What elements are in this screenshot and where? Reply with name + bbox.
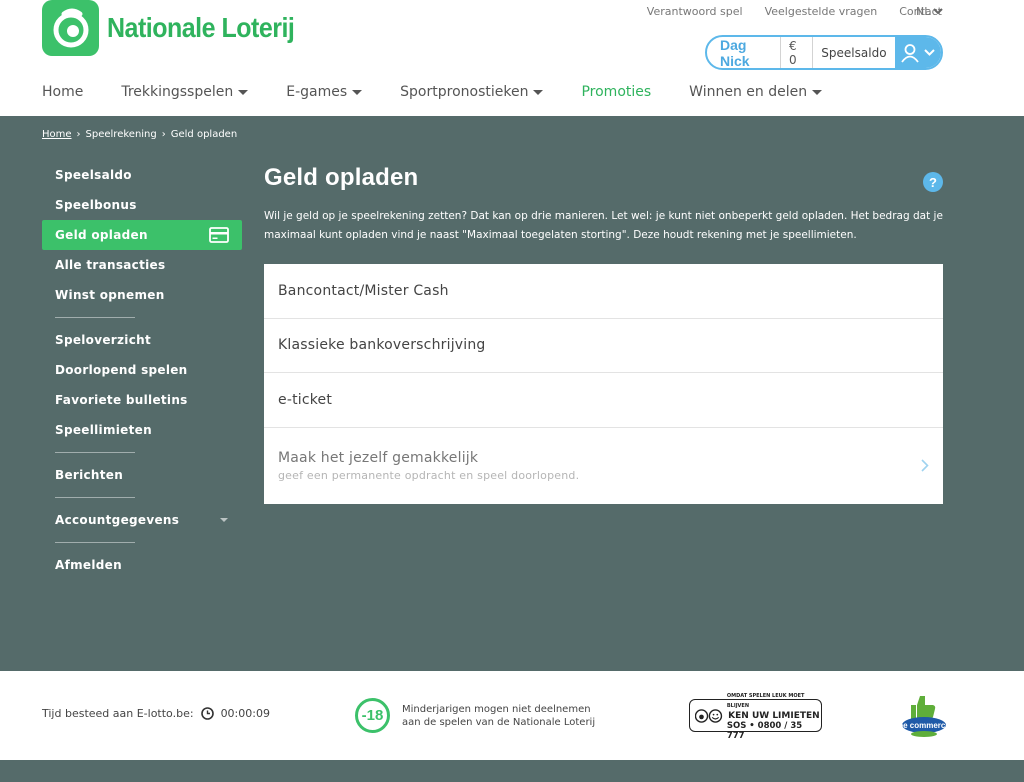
balance-value: € 0: [781, 37, 814, 68]
age-line: aan de spelen van de Nationale Loterij: [402, 716, 596, 728]
balance-label[interactable]: Speelsaldo: [813, 37, 894, 68]
timer-value: 00:00:09: [220, 707, 270, 720]
sidebar-item-doorlopend-spelen[interactable]: Doorlopend spelen: [42, 355, 242, 385]
sidebar-item-speelbonus[interactable]: Speelbonus: [42, 190, 242, 220]
footer: Tijd besteed aan E-lotto.be: 00:00:09 -1…: [0, 671, 1024, 760]
logo-icon: [42, 0, 99, 56]
sidebar-item-speellimieten[interactable]: Speellimieten: [42, 415, 242, 445]
sidebar-item-alle-transacties[interactable]: Alle transacties: [42, 250, 242, 280]
caret-down-icon: [352, 89, 363, 95]
ken-uw-limieten-logo[interactable]: OMDAT SPELEN LEUK MOET BLIJVEN KEN UW LI…: [689, 693, 822, 741]
becommerce-label: be commerce: [900, 721, 948, 730]
intro-text: Wil je geld op je speelrekening zetten? …: [264, 210, 943, 241]
sidebar-item-winst-opnemen[interactable]: Winst opnemen: [42, 280, 242, 310]
option-title: Maak het jezelf gemakkelijk: [278, 449, 479, 466]
brand-name: Nationale Loterij: [107, 11, 295, 44]
nav-label: Sportpronostieken: [400, 84, 529, 100]
nav-sportpronostieken[interactable]: Sportpronostieken: [400, 84, 544, 100]
option-bancontact[interactable]: Bancontact/Mister Cash: [264, 264, 943, 319]
nav-label: Home: [42, 84, 84, 100]
sidebar-item-geld-opladen[interactable]: Geld opladen: [42, 220, 242, 250]
sidebar-item-afmelden[interactable]: Afmelden: [42, 550, 242, 580]
chevron-right-icon: ›: [161, 129, 166, 140]
main-content: Geld opladen ? Wil je geld op je speelre…: [264, 160, 943, 504]
header: Nationale Loterij Verantwoord spel Veelg…: [0, 0, 1024, 116]
chevron-right-icon: [921, 458, 929, 472]
main-nav: Home Trekkingsspelen E-games Sportpronos…: [42, 84, 860, 100]
smiley-icon: [695, 708, 723, 723]
chevron-down-icon: [933, 8, 944, 15]
account-pill: Dag Nick € 0 Speelsaldo: [705, 35, 943, 70]
sidebar-item-berichten[interactable]: Berichten: [42, 460, 242, 490]
nav-label: Trekkingsspelen: [121, 84, 234, 100]
kul-phone: SOS • 0800 / 35 777: [726, 720, 803, 741]
footer-bottom-bar: [0, 760, 1024, 782]
breadcrumb-speelrekening[interactable]: Speelrekening: [86, 129, 157, 140]
sidebar-item-label: Accountgegevens: [55, 513, 180, 527]
chevron-down-icon: [924, 49, 935, 56]
age-line: Minderjarigen mogen niet deelnemen: [402, 703, 591, 715]
logo[interactable]: Nationale Loterij: [42, 0, 295, 56]
caret-down-icon: [238, 89, 249, 95]
nav-winnen-en-delen[interactable]: Winnen en delen: [689, 84, 823, 100]
greeting[interactable]: Dag Nick: [707, 37, 781, 68]
breadcrumb-home[interactable]: Home: [42, 129, 72, 140]
language-label: NL: [916, 5, 931, 18]
clock-icon: [200, 707, 214, 720]
kul-title: KEN UW LIMIETEN: [728, 710, 820, 721]
nav-trekkingsspelen[interactable]: Trekkingsspelen: [121, 84, 249, 100]
nav-label: Winnen en delen: [689, 84, 808, 100]
age-text: Minderjarigen mogen niet deelnemen aan d…: [402, 703, 595, 729]
chevron-right-icon: ›: [76, 129, 81, 140]
top-link-faq[interactable]: Veelgestelde vragen: [765, 5, 878, 18]
sidebar-item-accountgegevens[interactable]: Accountgegevens: [42, 505, 242, 535]
nav-label: Promoties: [581, 84, 652, 100]
nav-home[interactable]: Home: [42, 84, 83, 100]
option-bankoverschrijving[interactable]: Klassieke bankoverschrijving: [264, 319, 943, 373]
user-icon: [901, 43, 919, 63]
breadcrumb: Home › Speelrekening › Geld opladen: [42, 129, 237, 140]
sidebar-item-speelsaldo[interactable]: Speelsaldo: [42, 160, 242, 190]
age-notice: -18 Minderjarigen mogen niet deelnemen a…: [355, 698, 595, 733]
account-menu-button[interactable]: [894, 37, 941, 68]
language-selector[interactable]: NL: [916, 5, 944, 18]
kul-tagline: OMDAT SPELEN LEUK MOET BLIJVEN: [726, 692, 805, 709]
timer-label: Tijd besteed aan E-lotto.be:: [42, 707, 194, 720]
breadcrumb-current: Geld opladen: [170, 129, 238, 140]
nav-promoties[interactable]: Promoties: [581, 84, 651, 100]
age-restriction-icon: -18: [355, 698, 390, 733]
option-permanente-opdracht[interactable]: Maak het jezelf gemakkelijk geef een per…: [264, 428, 943, 504]
credit-card-icon: [209, 227, 229, 243]
nav-e-games[interactable]: E-games: [286, 84, 363, 100]
caret-down-icon: [812, 89, 823, 95]
sidebar-divider: [55, 452, 135, 453]
sidebar-divider: [55, 317, 135, 318]
option-subtitle: geef een permanente opdracht en speel do…: [278, 468, 580, 482]
caret-down-icon: [533, 89, 544, 95]
nav-label: E-games: [286, 84, 348, 100]
top-links: Verantwoord spel Veelgestelde vragen Con…: [647, 5, 942, 18]
sidebar-divider: [55, 542, 135, 543]
caret-down-icon: [220, 518, 228, 522]
sidebar-item-favoriete-bulletins[interactable]: Favoriete bulletins: [42, 385, 242, 415]
payment-options: Bancontact/Mister Cash Klassieke bankove…: [264, 264, 943, 504]
page-title: Geld opladen: [264, 164, 419, 191]
sidebar-divider: [55, 497, 135, 498]
kul-text: OMDAT SPELEN LEUK MOET BLIJVEN KEN UW LI…: [727, 691, 821, 741]
sidebar-item-label: Geld opladen: [55, 228, 148, 242]
top-link-verantwoord-spel[interactable]: Verantwoord spel: [647, 5, 743, 18]
sidebar-item-speloverzicht[interactable]: Speloverzicht: [42, 325, 242, 355]
sidebar: Speelsaldo Speelbonus Geld opladen Alle …: [42, 160, 242, 580]
help-icon[interactable]: ?: [923, 172, 943, 192]
option-e-ticket[interactable]: e-ticket: [264, 373, 943, 428]
becommerce-logo[interactable]: be commerce: [898, 693, 950, 743]
session-timer: Tijd besteed aan E-lotto.be: 00:00:09: [42, 707, 270, 720]
